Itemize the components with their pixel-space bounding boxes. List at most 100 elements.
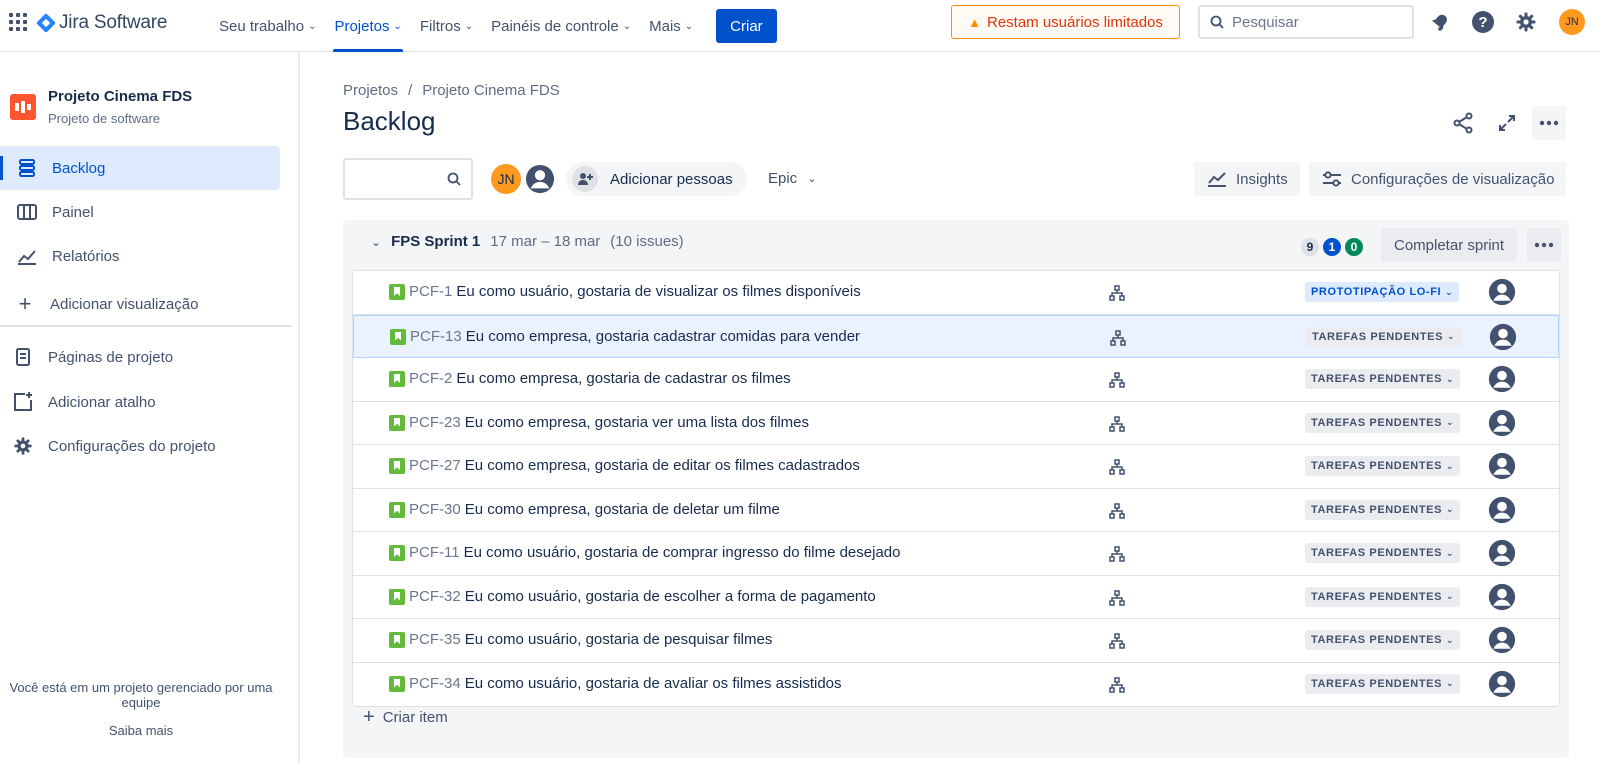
nav-item-mais[interactable]: Mais ⌄: [640, 0, 702, 52]
gear-icon: [12, 435, 34, 457]
sprint-more-icon[interactable]: [1527, 228, 1561, 262]
jira-logo[interactable]: Jira Software: [36, 12, 167, 34]
child-issues-icon[interactable]: [1109, 589, 1125, 606]
epic-filter-dropdown[interactable]: Epic ⌄: [768, 170, 816, 187]
status-dropdown[interactable]: TAREFAS PENDENTES ⌄: [1305, 543, 1461, 563]
learn-more-link[interactable]: Saiba mais: [0, 723, 282, 738]
issue-key[interactable]: PCF-11: [409, 544, 460, 561]
issue-row[interactable]: PCF-34 Eu como usuário, gostaria de avali…: [353, 662, 1559, 706]
chevron-down-icon: ⌄: [1446, 504, 1455, 514]
issue-key[interactable]: PCF-32: [409, 588, 461, 605]
breadcrumb-project[interactable]: Projeto Cinema FDS: [422, 82, 560, 99]
issue-key[interactable]: PCF-23: [409, 414, 461, 431]
assignee-avatar[interactable]: [1488, 670, 1516, 698]
sidebar-item-configuracoes[interactable]: Configurações do projeto: [0, 424, 280, 468]
chevron-down-icon: ⌄: [1446, 591, 1455, 601]
project-header[interactable]: Projeto Cinema FDS Projeto de software: [10, 88, 192, 126]
child-issues-icon[interactable]: [1109, 415, 1125, 432]
breadcrumb-separator: /: [408, 82, 413, 99]
status-dropdown[interactable]: TAREFAS PENDENTES ⌄: [1305, 456, 1461, 476]
issue-key[interactable]: PCF-1: [409, 283, 452, 300]
sprint-header[interactable]: ⌄ FPS Sprint 1 17 mar – 18 mar (10 issue…: [371, 233, 684, 250]
issue-row[interactable]: PCF-11 Eu como usuário, gostaria de compr…: [353, 532, 1559, 576]
child-issues-icon[interactable]: [1109, 502, 1125, 519]
issue-row[interactable]: PCF-13 Eu como empresa, gostaria cadastra…: [353, 314, 1559, 358]
search-input[interactable]: Pesquisar: [1198, 5, 1414, 39]
add-people-button[interactable]: Adicionar pessoas: [566, 162, 747, 196]
share-icon[interactable]: [1446, 106, 1480, 140]
issue-summary-text: Eu como empresa, gostaria de editar os f…: [464, 457, 860, 474]
chevron-down-icon[interactable]: ⌄: [371, 235, 381, 249]
child-issues-icon[interactable]: [1109, 546, 1125, 562]
notifications-icon[interactable]: [1428, 10, 1452, 34]
assignee-avatar[interactable]: [1488, 452, 1516, 480]
sidebar-item-paginas[interactable]: Páginas de projeto: [0, 335, 280, 379]
issue-row[interactable]: PCF-30 Eu como empresa, gostaria de delet…: [353, 488, 1559, 532]
limited-users-warning-button[interactable]: ▲ Restam usuários limitados: [951, 5, 1180, 39]
backlog-search-input[interactable]: [343, 158, 473, 200]
status-dropdown[interactable]: TAREFAS PENDENTES ⌄: [1305, 586, 1461, 607]
sidebar-item-painel[interactable]: Painel: [0, 190, 280, 234]
avatar-filter-generic[interactable]: [523, 162, 557, 196]
view-settings-button[interactable]: Configurações de visualização: [1309, 162, 1567, 196]
assignee-avatar[interactable]: [1488, 539, 1516, 567]
nav-item-seu-trabalho[interactable]: Seu trabalho ⌄: [210, 0, 325, 52]
app-switcher-icon[interactable]: [8, 12, 28, 32]
issue-row[interactable]: PCF-32 Eu como usuário, gostaria de escol…: [353, 575, 1559, 619]
issue-key[interactable]: PCF-27: [409, 457, 461, 474]
avatar-filter-jn[interactable]: JN: [489, 162, 523, 196]
complete-sprint-button[interactable]: Completar sprint: [1381, 228, 1518, 262]
status-dropdown[interactable]: TAREFAS PENDENTES ⌄: [1306, 326, 1462, 347]
assignee-avatar[interactable]: [1489, 323, 1517, 351]
issue-key[interactable]: PCF-30: [409, 501, 461, 518]
status-dropdown[interactable]: TAREFAS PENDENTES ⌄: [1305, 499, 1461, 520]
nav-item-paineis[interactable]: Painéis de controle ⌄: [482, 0, 640, 52]
sidebar-item-relatorios[interactable]: Relatórios: [0, 234, 280, 278]
fullscreen-icon[interactable]: [1490, 106, 1524, 140]
assignee-avatar[interactable]: [1488, 583, 1516, 611]
nav-item-filtros[interactable]: Filtros ⌄: [411, 0, 482, 52]
assignee-avatar[interactable]: [1488, 278, 1516, 306]
settings-icon[interactable]: [1514, 10, 1538, 34]
assignee-avatar[interactable]: [1488, 496, 1516, 524]
sidebar-footer-text: Você está em um projeto gerenciado por u…: [9, 680, 273, 710]
issue-row[interactable]: PCF-2 Eu como empresa, gostaria de cadast…: [353, 358, 1559, 402]
assignee-avatar[interactable]: [1488, 409, 1516, 437]
child-issues-icon[interactable]: [1110, 329, 1126, 346]
sidebar-item-atalho[interactable]: Adicionar atalho: [0, 380, 280, 424]
help-icon[interactable]: ?: [1471, 10, 1495, 34]
breadcrumb-projects[interactable]: Projetos: [343, 82, 398, 99]
status-dropdown[interactable]: TAREFAS PENDENTES ⌄: [1305, 673, 1461, 694]
create-item-button[interactable]: + Criar item: [363, 706, 448, 729]
status-dropdown[interactable]: TAREFAS PENDENTES ⌄: [1305, 630, 1461, 650]
issue-key[interactable]: PCF-13: [410, 328, 462, 345]
child-issues-icon[interactable]: [1109, 285, 1125, 301]
status-dropdown[interactable]: TAREFAS PENDENTES ⌄: [1305, 412, 1461, 433]
assignee-avatar[interactable]: [1488, 365, 1516, 393]
issue-row[interactable]: PCF-27 Eu como empresa, gostaria de edita…: [353, 445, 1559, 489]
issue-row[interactable]: PCF-1 Eu como usuário, gostaria de visual…: [353, 271, 1559, 315]
project-logo-icon: [10, 94, 36, 120]
status-dropdown[interactable]: PROTOTIPAÇÃO LO-FI ⌄: [1305, 282, 1460, 302]
child-issues-icon[interactable]: [1109, 633, 1125, 649]
insights-button[interactable]: Insights: [1194, 162, 1300, 196]
sidebar-item-backlog[interactable]: Backlog: [0, 146, 280, 190]
status-dropdown[interactable]: TAREFAS PENDENTES ⌄: [1305, 369, 1461, 389]
child-issues-icon[interactable]: [1109, 372, 1125, 388]
assignee-avatar[interactable]: [1488, 626, 1516, 654]
issue-key[interactable]: PCF-34: [409, 675, 461, 692]
more-options-icon[interactable]: [1532, 106, 1566, 140]
issue-key[interactable]: PCF-35: [409, 631, 461, 648]
todo-count-badge: 9: [1301, 238, 1319, 256]
sidebar-item-adicionar-visualizacao[interactable]: + Adicionar visualização: [0, 282, 280, 326]
search-icon: [447, 172, 461, 186]
issue-key[interactable]: PCF-2: [409, 370, 452, 387]
issue-row[interactable]: PCF-35 Eu como usuário, gostaria de pesqu…: [353, 619, 1559, 663]
child-issues-icon[interactable]: [1109, 459, 1125, 475]
user-avatar[interactable]: JN: [1559, 9, 1585, 35]
child-issues-icon[interactable]: [1109, 676, 1125, 693]
create-button[interactable]: Criar: [716, 9, 777, 43]
warning-icon: ▲: [968, 14, 981, 30]
nav-item-projetos[interactable]: Projetos ⌄: [325, 0, 410, 52]
issue-row[interactable]: PCF-23 Eu como empresa, gostaria ver uma …: [353, 401, 1559, 445]
